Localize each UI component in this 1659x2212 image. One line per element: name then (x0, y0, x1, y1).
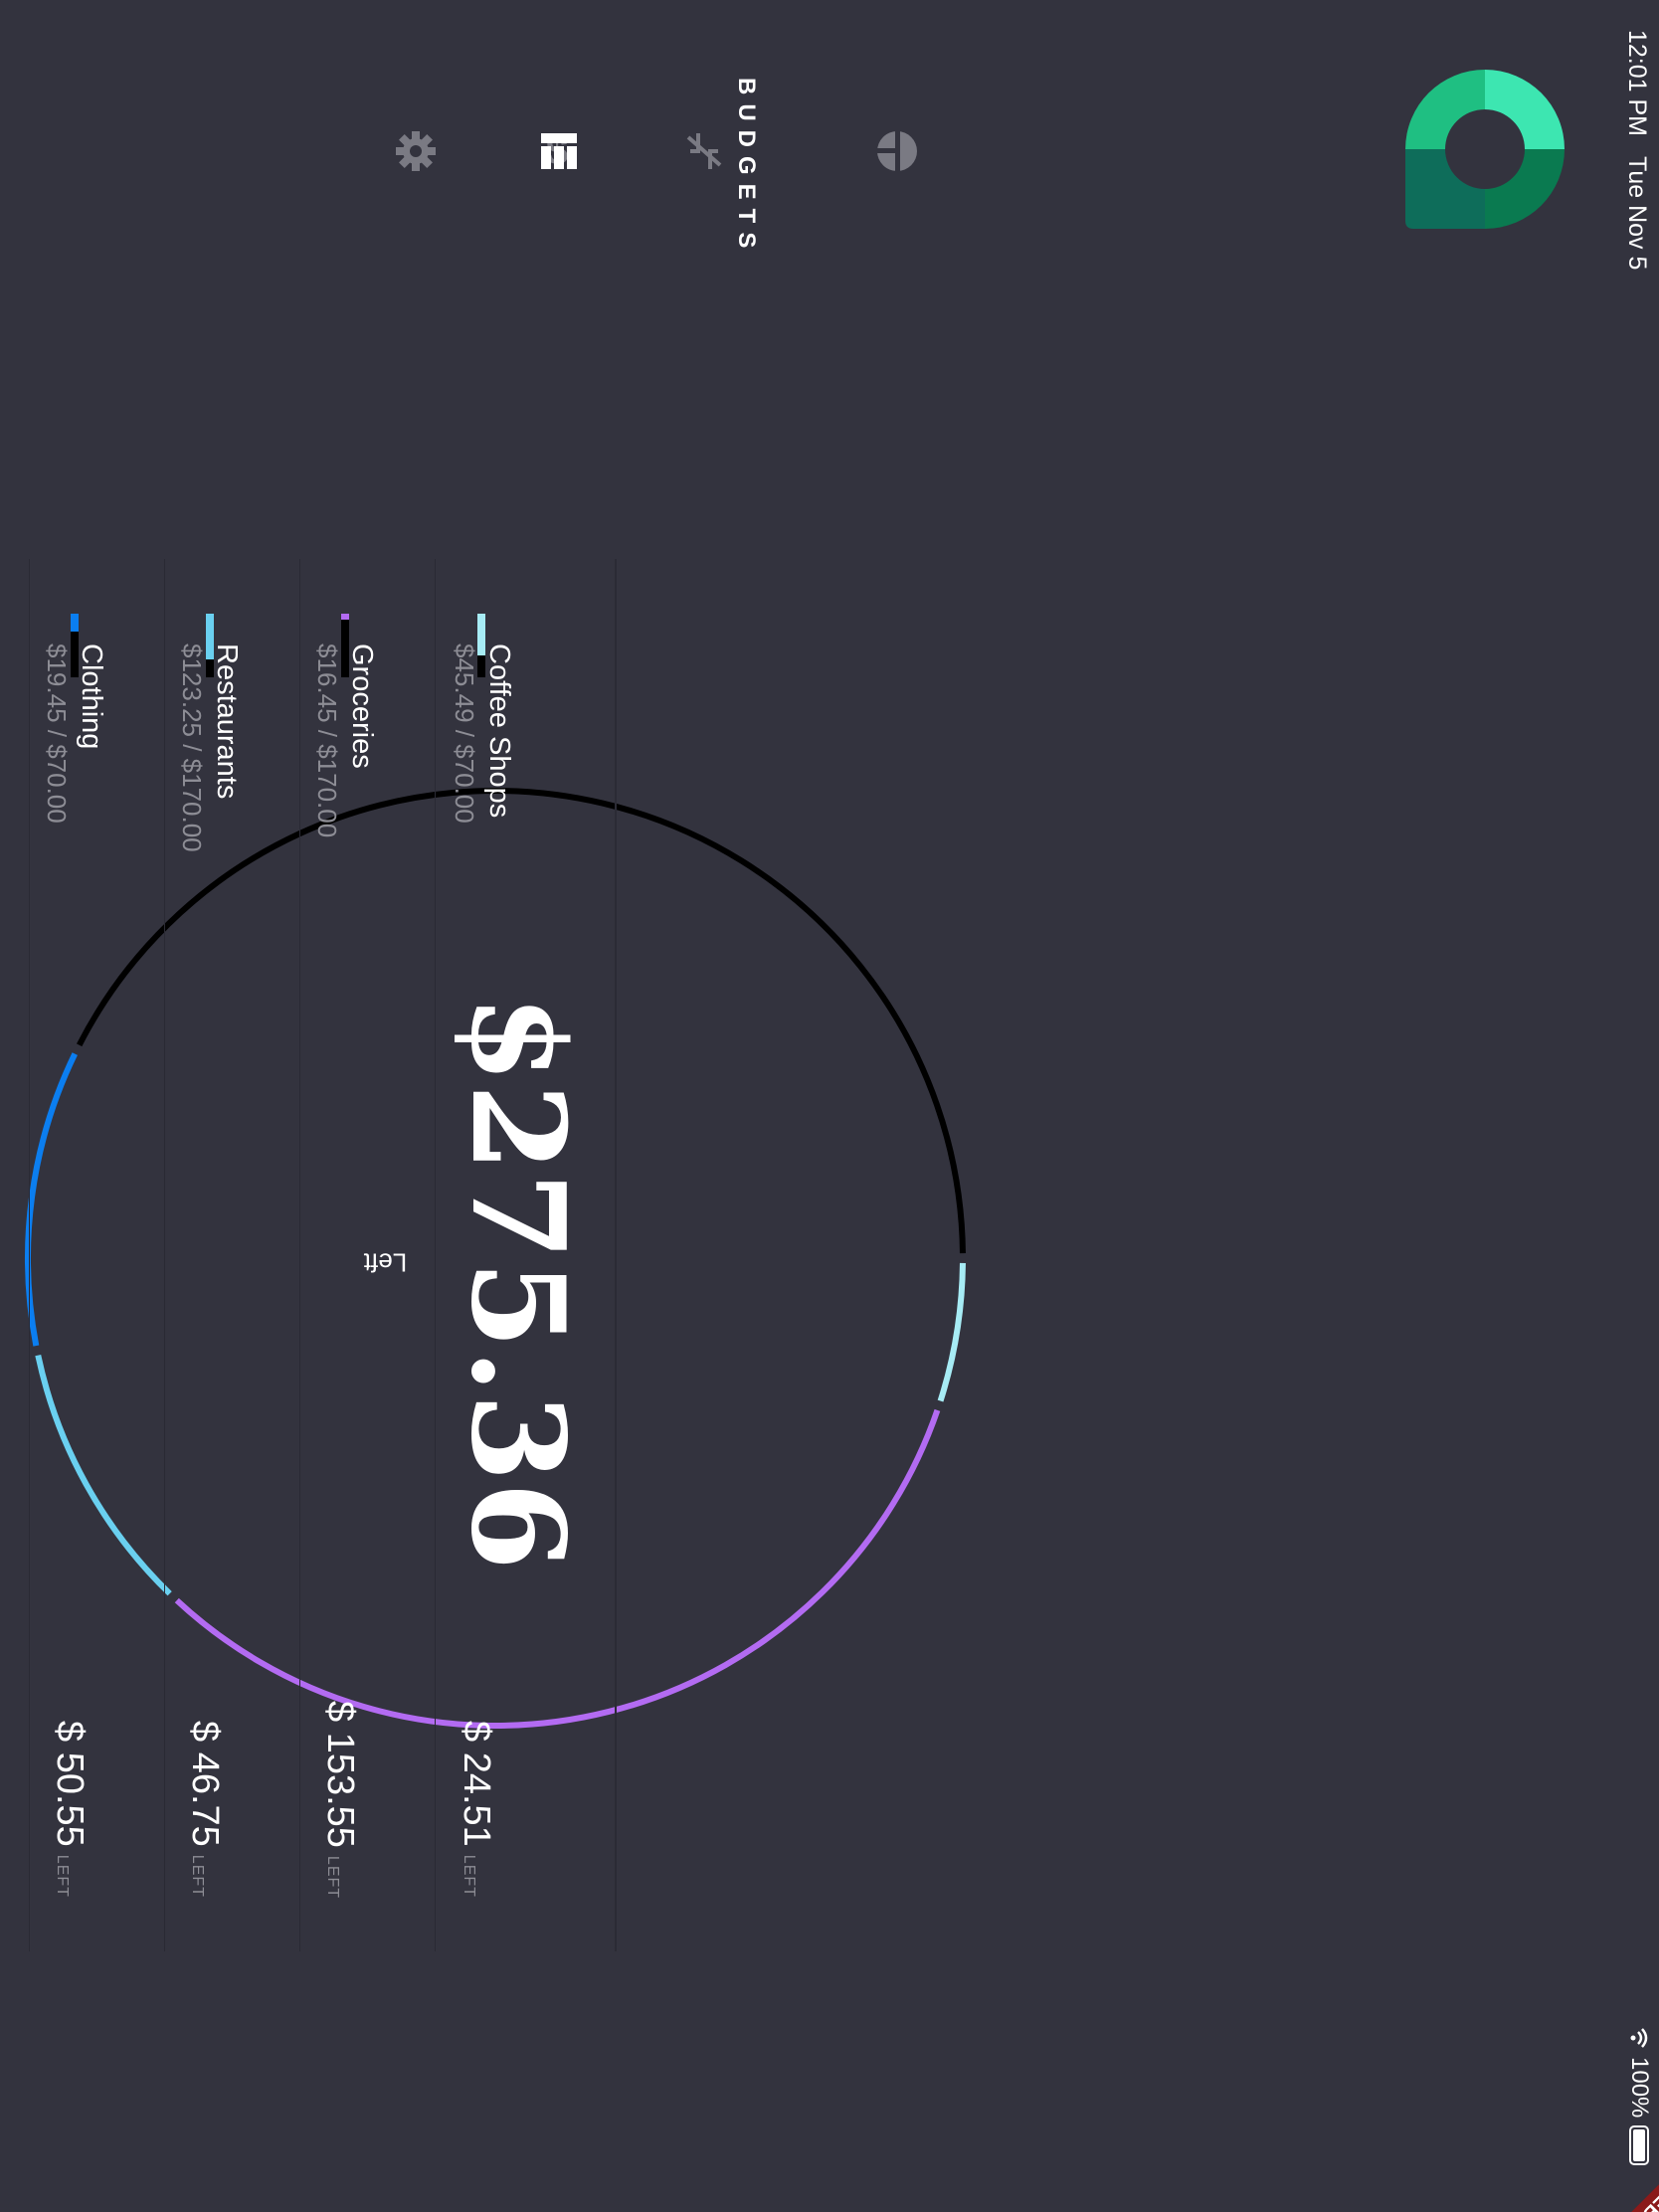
category-name: Coffee Shops (483, 644, 515, 819)
tab-budgets[interactable]: BUDGETS (732, 78, 760, 257)
status-indicators: 100% (1625, 2027, 1653, 2166)
category-left: $ 50.55 LEFT (48, 1721, 91, 1898)
list-top-divider (615, 559, 617, 1951)
category-name: Clothing (76, 644, 107, 750)
row-divider (29, 559, 30, 1951)
category-name: Groceries (346, 644, 378, 769)
app-screen: 12:01 PM Tue Nov 5 100% $ BUDGETS (0, 0, 1659, 2212)
transfer-icon[interactable] (682, 129, 726, 173)
category-spent: $45.49 / $70.00 (450, 644, 479, 824)
category-left: $ 24.51 LEFT (455, 1721, 497, 1898)
category-left-suffix: LEFT (54, 1854, 71, 1898)
status-time: 12:01 PM (1623, 30, 1651, 137)
progress-fill (341, 614, 349, 621)
status-date: Tue Nov 5 (1623, 156, 1651, 271)
budgets-list-icon[interactable] (537, 129, 581, 173)
progress-fill (71, 614, 79, 632)
category-row[interactable]: Clothing $19.45 / $70.00 $ 50.55 LEFT (29, 559, 165, 1951)
category-left-amount: $ 153.55 (319, 1701, 361, 1848)
category-spent: $16.45 / $170.00 (312, 644, 342, 838)
category-left-suffix: LEFT (324, 1855, 341, 1900)
wifi-icon (1630, 2028, 1648, 2048)
category-left-suffix: LEFT (461, 1854, 477, 1898)
category-row[interactable]: Coffee Shops $45.49 / $70.00 $ 24.51 LEFT (435, 559, 615, 1951)
category-name: Restaurants (211, 644, 243, 800)
category-row[interactable]: Groceries $16.45 / $170.00 $ 153.55 LEFT (299, 559, 436, 1951)
battery-icon (1629, 2125, 1649, 2166)
category-left-amount: $ 50.55 (49, 1721, 91, 1847)
category-spent: $123.25 / $170.00 (177, 644, 207, 852)
pie-chart-icon[interactable] (875, 129, 919, 173)
gear-icon[interactable] (394, 129, 438, 173)
app-logo (1405, 70, 1565, 229)
category-row[interactable]: Restaurants $123.25 / $170.00 $ 46.75 LEF… (164, 559, 300, 1951)
category-left: $ 153.55 LEFT (318, 1701, 361, 1899)
category-spent: $19.45 / $70.00 (42, 644, 72, 824)
category-left: $ 46.75 LEFT (183, 1721, 226, 1898)
category-left-amount: $ 24.51 (456, 1721, 497, 1847)
battery-percent: 100% (1626, 2057, 1653, 2119)
category-left-amount: $ 46.75 (184, 1721, 226, 1847)
ring-segment (937, 1262, 966, 1402)
category-left-suffix: LEFT (189, 1854, 206, 1898)
